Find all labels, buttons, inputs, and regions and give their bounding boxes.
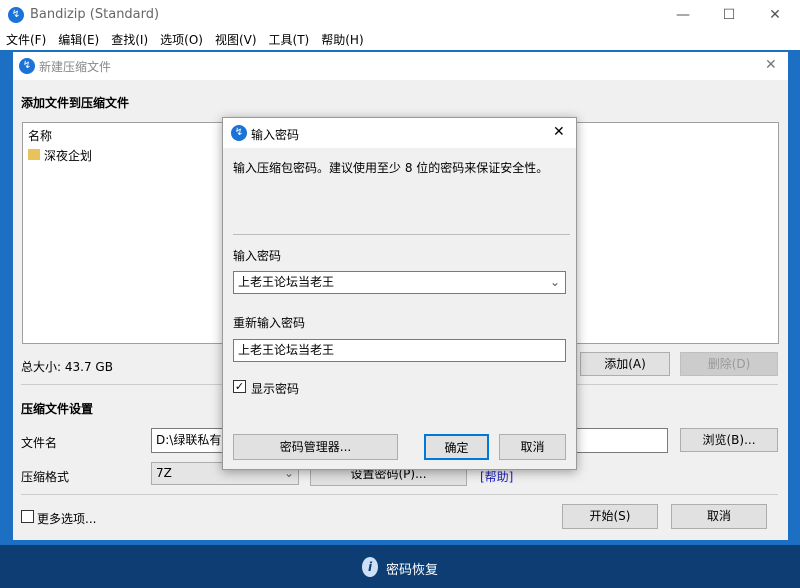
dialog-hint: 输入压缩包密码。建议使用至少 8 位的密码来保证安全性。 (233, 161, 549, 175)
app-title: Bandizip (Standard) (30, 7, 160, 22)
bandizip-logo-icon: ↯ (8, 7, 24, 23)
info-icon: i (362, 557, 378, 577)
menu-file[interactable]: 文件(F) (6, 30, 46, 50)
total-size: 总大小: 43.7 GB (21, 360, 113, 374)
add-button[interactable]: 添加(A) (580, 352, 670, 376)
file-name: 深夜企划 (44, 149, 93, 163)
window-title: 新建压缩文件 (39, 60, 112, 74)
password-dialog: ↯ 输入密码 ✕ 输入压缩包密码。建议使用至少 8 位的密码来保证安全性。 输入… (222, 117, 577, 470)
divider (233, 234, 570, 235)
filename-label: 文件名 (21, 436, 58, 450)
format-value: 7Z (156, 466, 172, 480)
password-manager-button[interactable]: 密码管理器... (233, 434, 398, 460)
menu-view[interactable]: 视图(V) (215, 30, 257, 50)
menu-find[interactable]: 查找(I) (111, 30, 148, 50)
menu-edit[interactable]: 编辑(E) (58, 30, 99, 50)
section-settings: 压缩文件设置 (21, 402, 94, 416)
maximize-button[interactable]: ☐ (706, 0, 752, 30)
password-value: 上老王论坛当老王 (238, 275, 335, 289)
menu-tools[interactable]: 工具(T) (269, 30, 310, 50)
new-archive-titlebar: ↯ 新建压缩文件 ✕ (13, 52, 788, 80)
column-header-name[interactable]: 名称 (28, 127, 52, 144)
dialog-titlebar: ↯ 输入密码 ✕ (223, 118, 576, 148)
list-item[interactable]: 深夜企划 (28, 147, 92, 164)
chevron-down-icon[interactable]: ⌄ (550, 272, 560, 293)
password-recovery-bar[interactable]: i 密码恢复 (0, 545, 800, 588)
cancel-button[interactable]: 取消 (499, 434, 566, 460)
dialog-title: 输入密码 (251, 128, 300, 142)
menu-help[interactable]: 帮助(H) (321, 30, 363, 50)
folder-icon (28, 149, 40, 160)
start-button[interactable]: 开始(S) (562, 504, 658, 529)
show-password-label[interactable]: 显示密码 (251, 380, 299, 397)
close-icon[interactable]: ✕ (553, 124, 565, 140)
menubar: 文件(F) 编辑(E) 查找(I) 选项(O) 视图(V) 工具(T) 帮助(H… (0, 30, 800, 50)
bandizip-logo-icon: ↯ (19, 58, 35, 74)
menu-options[interactable]: 选项(O) (160, 30, 203, 50)
more-options-checkbox[interactable] (21, 510, 34, 523)
repeat-password-label: 重新输入密码 (233, 316, 306, 330)
more-options-label[interactable]: 更多选项... (37, 510, 96, 527)
close-button[interactable]: ✕ (752, 0, 798, 30)
password-recovery-label[interactable]: 密码恢复 (386, 559, 438, 578)
delete-button[interactable]: 删除(D) (680, 352, 778, 376)
app-titlebar: ↯ Bandizip (Standard) — ☐ ✕ (0, 0, 800, 30)
ok-button[interactable]: 确定 (424, 434, 489, 460)
section-add-files: 添加文件到压缩文件 (21, 96, 130, 110)
repeat-password-input[interactable]: 上老王论坛当老王 (233, 339, 566, 362)
format-label: 压缩格式 (21, 470, 70, 484)
password-label: 输入密码 (233, 249, 282, 263)
divider (21, 494, 778, 495)
show-password-checkbox[interactable]: ✓ (233, 380, 246, 393)
cancel-button[interactable]: 取消 (671, 504, 767, 529)
password-input[interactable]: 上老王论坛当老王 ⌄ (233, 271, 566, 294)
help-link[interactable]: [帮助] (480, 468, 513, 485)
minimize-button[interactable]: — (660, 0, 706, 30)
bandizip-logo-icon: ↯ (231, 125, 247, 141)
browse-button[interactable]: 浏览(B)... (680, 428, 778, 452)
close-icon[interactable]: ✕ (765, 57, 777, 73)
